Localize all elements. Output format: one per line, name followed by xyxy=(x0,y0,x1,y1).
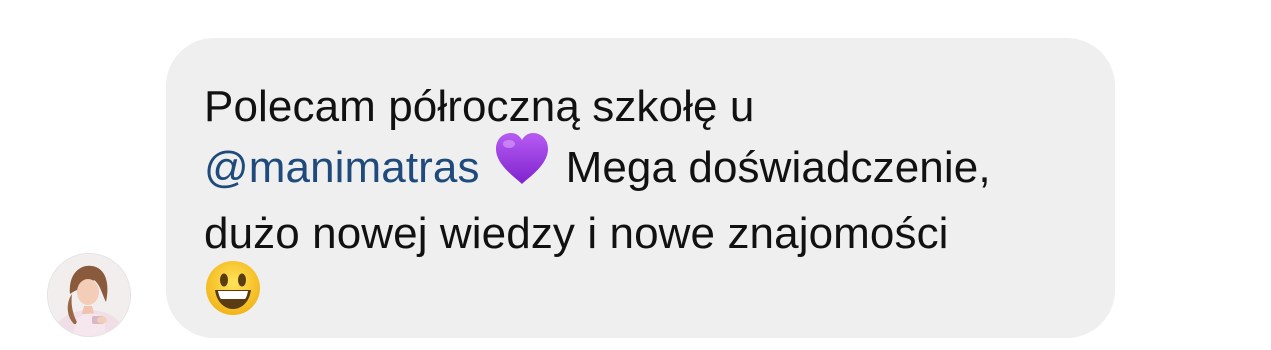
comment-line-4 xyxy=(204,261,1075,336)
comment-bubble[interactable]: Polecam półroczną szkołę u @manimatras Me… xyxy=(166,38,1115,338)
comment-line-3: dużo nowej wiedzy i nowe znajomości xyxy=(204,209,949,258)
comment-line-2: @manimatras Mega doświadczenie, xyxy=(204,133,1075,205)
grinning-face-icon xyxy=(204,259,262,332)
mention-link[interactable]: @manimatras xyxy=(204,143,480,192)
purple-heart-icon xyxy=(494,132,550,201)
comment-line-2-text: Mega doświadczenie, xyxy=(565,143,991,193)
comment-text: Polecam półroczną szkołę u @manimatras Me… xyxy=(204,78,1075,336)
comment-row: Polecam półroczną szkołę u @manimatras Me… xyxy=(0,0,1271,350)
comment-line-1: Polecam półroczną szkołę u xyxy=(204,82,755,131)
avatar[interactable] xyxy=(48,254,130,336)
avatar-photo-icon xyxy=(48,254,130,336)
